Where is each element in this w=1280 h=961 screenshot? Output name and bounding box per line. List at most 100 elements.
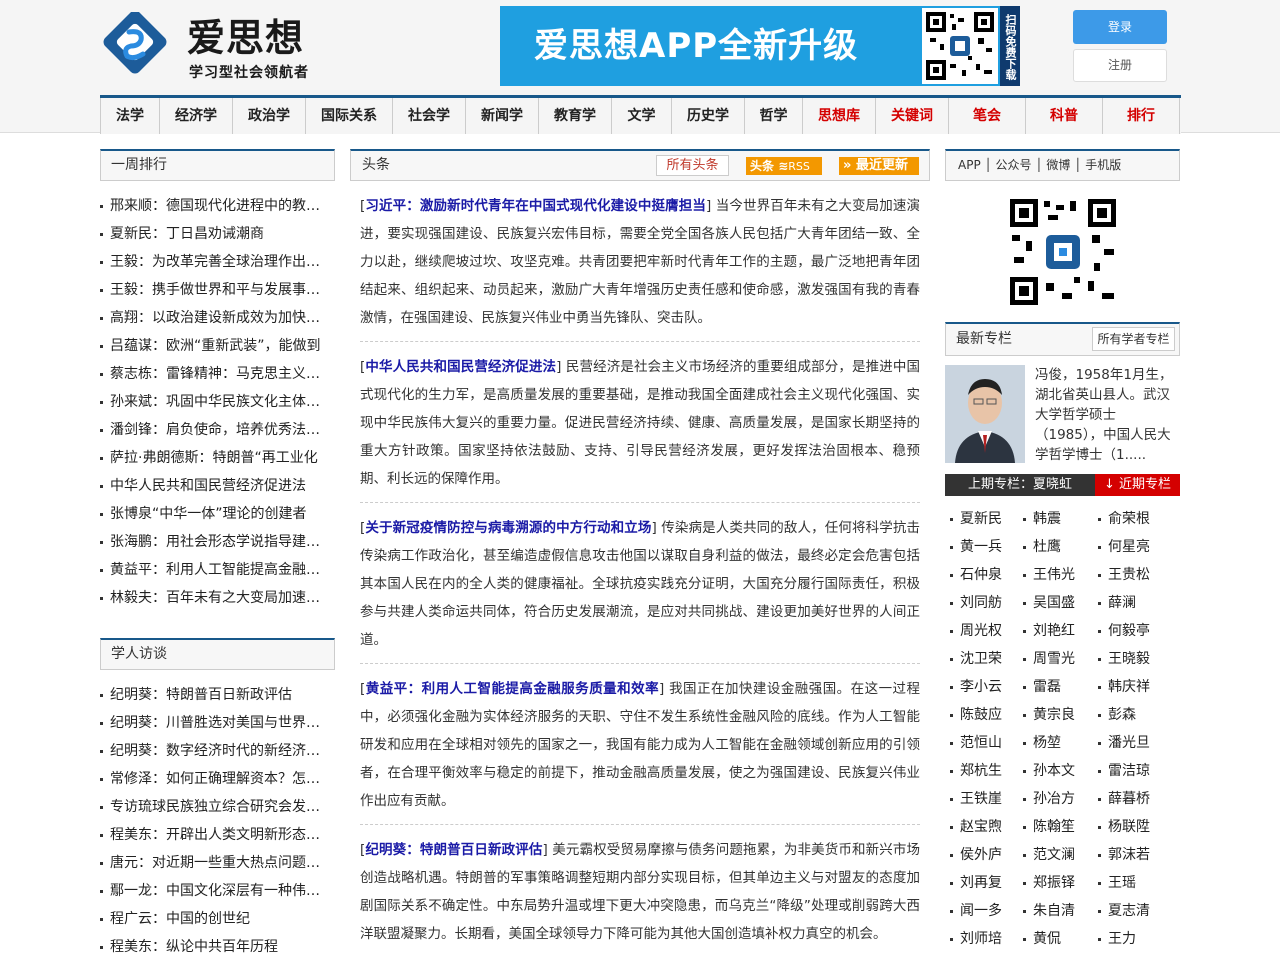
article-title-link[interactable]: 习近平：激励新时代青年在中国式现代化建设中挺膺担当 (365, 198, 706, 214)
site-logo[interactable]: 爱思想 学习型社会领航者 (99, 12, 319, 82)
scholar-name[interactable]: 闻一多 (950, 897, 1023, 925)
scholar-name[interactable]: 何星亮 (1098, 533, 1178, 561)
list-item[interactable]: 唐元：对近期一些重大热点问题… (100, 849, 325, 877)
scholar-name[interactable]: 周雪光 (1023, 645, 1098, 673)
list-item[interactable]: 中华人民共和国民营经济促进法 (100, 472, 325, 500)
list-item[interactable]: 林毅夫：百年未有之大变局加速… (100, 584, 325, 612)
nav-item-red[interactable]: 科普 (1026, 98, 1103, 134)
list-item[interactable]: 程美东：开辟出人类文明新形态… (100, 821, 325, 849)
scholar-name[interactable]: 赵宝煦 (950, 813, 1023, 841)
list-item[interactable]: 高翔：以政治建设新成效为加快… (100, 304, 325, 332)
list-item[interactable]: 吕蕴谋：欧洲“重新武装”，能做到 (100, 332, 325, 360)
nav-item[interactable]: 文学 (612, 98, 672, 134)
nav-item[interactable]: 国际关系 (306, 98, 393, 134)
list-item[interactable]: 张博泉“中华一体”理论的创建者 (100, 500, 325, 528)
scholar-name[interactable]: 刘艳红 (1023, 617, 1098, 645)
scholar-name[interactable]: 王力 (1098, 925, 1178, 953)
scholar-name[interactable]: 王伟光 (1023, 561, 1098, 589)
scholar-name[interactable]: 薛暮桥 (1098, 785, 1178, 813)
nav-item[interactable]: 经济学 (160, 98, 233, 134)
list-item[interactable]: 张海鹏：用社会形态学说指导建… (100, 528, 325, 556)
scholar-name[interactable]: 薛澜 (1098, 589, 1178, 617)
scholar-name[interactable]: 王晓毅 (1098, 645, 1178, 673)
nav-item[interactable]: 新闻学 (466, 98, 539, 134)
article-title-link[interactable]: 中华人民共和国民营经济促进法 (365, 359, 556, 375)
nav-item[interactable]: 教育学 (539, 98, 612, 134)
scholar-name[interactable]: 石仲泉 (950, 561, 1023, 589)
list-item[interactable]: 蔡志栋：雷锋精神：马克思主义… (100, 360, 325, 388)
scholar-name[interactable]: 潘光旦 (1098, 729, 1178, 757)
scholar-name[interactable]: 王瑶 (1098, 869, 1178, 897)
article-title-link[interactable]: 纪明葵：特朗普百日新政评估 (365, 842, 542, 858)
list-item[interactable]: 邢来顺：德国现代化进程中的教… (100, 192, 325, 220)
scholar-name[interactable]: 韩震 (1023, 505, 1098, 533)
scholar-name[interactable]: 侯外庐 (950, 841, 1023, 869)
latest-updates-button[interactable]: » 最近更新 (839, 157, 919, 175)
nav-item[interactable]: 法学 (100, 98, 160, 134)
rss-button[interactable]: 头条 ≋RSS (746, 157, 822, 175)
scholar-name[interactable]: 周光权 (950, 617, 1023, 645)
list-item[interactable]: 王毅：为改革完善全球治理作出… (100, 248, 325, 276)
list-item[interactable]: 纪明葵：特朗普百日新政评估 (100, 681, 325, 709)
nav-item[interactable]: 历史学 (672, 98, 745, 134)
scholar-name[interactable]: 刘同舫 (950, 589, 1023, 617)
scholar-name[interactable]: 黄侃 (1023, 925, 1098, 953)
all-headlines-button[interactable]: 所有头条 (656, 155, 729, 176)
nav-item-red[interactable]: 关键词 (876, 98, 949, 134)
scholar-name[interactable]: 刘再复 (950, 869, 1023, 897)
login-button[interactable]: 登录 (1073, 10, 1167, 44)
register-button[interactable]: 注册 (1073, 49, 1167, 82)
scholar-name[interactable]: 俞荣根 (1098, 505, 1178, 533)
list-item[interactable]: 纪明葵：川普胜选对美国与世界… (100, 709, 325, 737)
app-banner[interactable]: 爱思想APP全新升级 扫码免费下载 (500, 6, 1020, 86)
scholar-name[interactable]: 雷磊 (1023, 673, 1098, 701)
scholar-name[interactable]: 何毅亭 (1098, 617, 1178, 645)
list-item[interactable]: 常修泽：如何正确理解资本？怎… (100, 765, 325, 793)
scholar-name[interactable]: 夏志清 (1098, 897, 1178, 925)
scholar-name[interactable]: 陈翰笙 (1023, 813, 1098, 841)
scholar-name[interactable]: 朱自清 (1023, 897, 1098, 925)
list-item[interactable]: 萨拉·弗朗德斯：特朗普“再工业化 (100, 444, 325, 472)
recent-columns-link[interactable]: ↓ 近期专栏 (1095, 474, 1180, 496)
list-item[interactable]: 孙来斌：巩固中华民族文化主体… (100, 388, 325, 416)
scholar-name[interactable]: 夏新民 (950, 505, 1023, 533)
scholar-name[interactable]: 王贵松 (1098, 561, 1178, 589)
scholar-name[interactable]: 刘师培 (950, 925, 1023, 953)
scholar-photo[interactable] (945, 365, 1025, 463)
nav-item[interactable]: 政治学 (233, 98, 306, 134)
nav-item[interactable]: 社会学 (393, 98, 466, 134)
scholar-name[interactable]: 范恒山 (950, 729, 1023, 757)
nav-item-red[interactable]: 排行 (1103, 98, 1180, 134)
scholar-name[interactable]: 黄宗良 (1023, 701, 1098, 729)
scholar-name[interactable]: 杨堃 (1023, 729, 1098, 757)
nav-item-red[interactable]: 思想库 (803, 98, 876, 134)
nav-item-red[interactable]: 笔会 (949, 98, 1026, 134)
list-item[interactable]: 程美东：纵论中共百年历程 (100, 933, 325, 961)
list-item[interactable]: 黄益平：利用人工智能提高金融… (100, 556, 325, 584)
list-item[interactable]: 王毅：携手做世界和平与发展事… (100, 276, 325, 304)
scholar-name[interactable]: 彭森 (1098, 701, 1178, 729)
article-title-link[interactable]: 关于新冠疫情防控与病毒溯源的中方行动和立场 (365, 520, 651, 536)
list-item[interactable]: 潘剑锋：肩负使命，培养优秀法… (100, 416, 325, 444)
scholar-name[interactable]: 李小云 (950, 673, 1023, 701)
scholar-name[interactable]: 韩庆祥 (1098, 673, 1178, 701)
list-item[interactable]: 程广云：中国的创世纪 (100, 905, 325, 933)
list-item[interactable]: 夏新民：丁日昌劝诫潮商 (100, 220, 325, 248)
list-item[interactable]: 纪明葵：数字经济时代的新经济… (100, 737, 325, 765)
app-links-bar[interactable]: APP │ 公众号 │ 微博 │ 手机版 (945, 149, 1180, 181)
scholar-name[interactable]: 郑杭生 (950, 757, 1023, 785)
scholar-name[interactable]: 郭沫若 (1098, 841, 1178, 869)
scholar-name[interactable]: 黄一兵 (950, 533, 1023, 561)
scholar-name[interactable]: 郑振铎 (1023, 869, 1098, 897)
scholar-name[interactable]: 孙冶方 (1023, 785, 1098, 813)
scholar-name[interactable]: 王铁崖 (950, 785, 1023, 813)
scholar-name[interactable]: 陈鼓应 (950, 701, 1023, 729)
article-title-link[interactable]: 黄益平：利用人工智能提高金融服务质量和效率 (365, 681, 659, 697)
all-scholars-button[interactable]: 所有学者专栏 (1092, 327, 1175, 351)
scholar-name[interactable]: 孙本文 (1023, 757, 1098, 785)
scholar-name[interactable]: 杜鹰 (1023, 533, 1098, 561)
list-item[interactable]: 鄢一龙：中国文化深层有一种伟… (100, 877, 325, 905)
scholar-name[interactable]: 沈卫荣 (950, 645, 1023, 673)
scholar-name[interactable]: 吴国盛 (1023, 589, 1098, 617)
scholar-name[interactable]: 雷洁琼 (1098, 757, 1178, 785)
